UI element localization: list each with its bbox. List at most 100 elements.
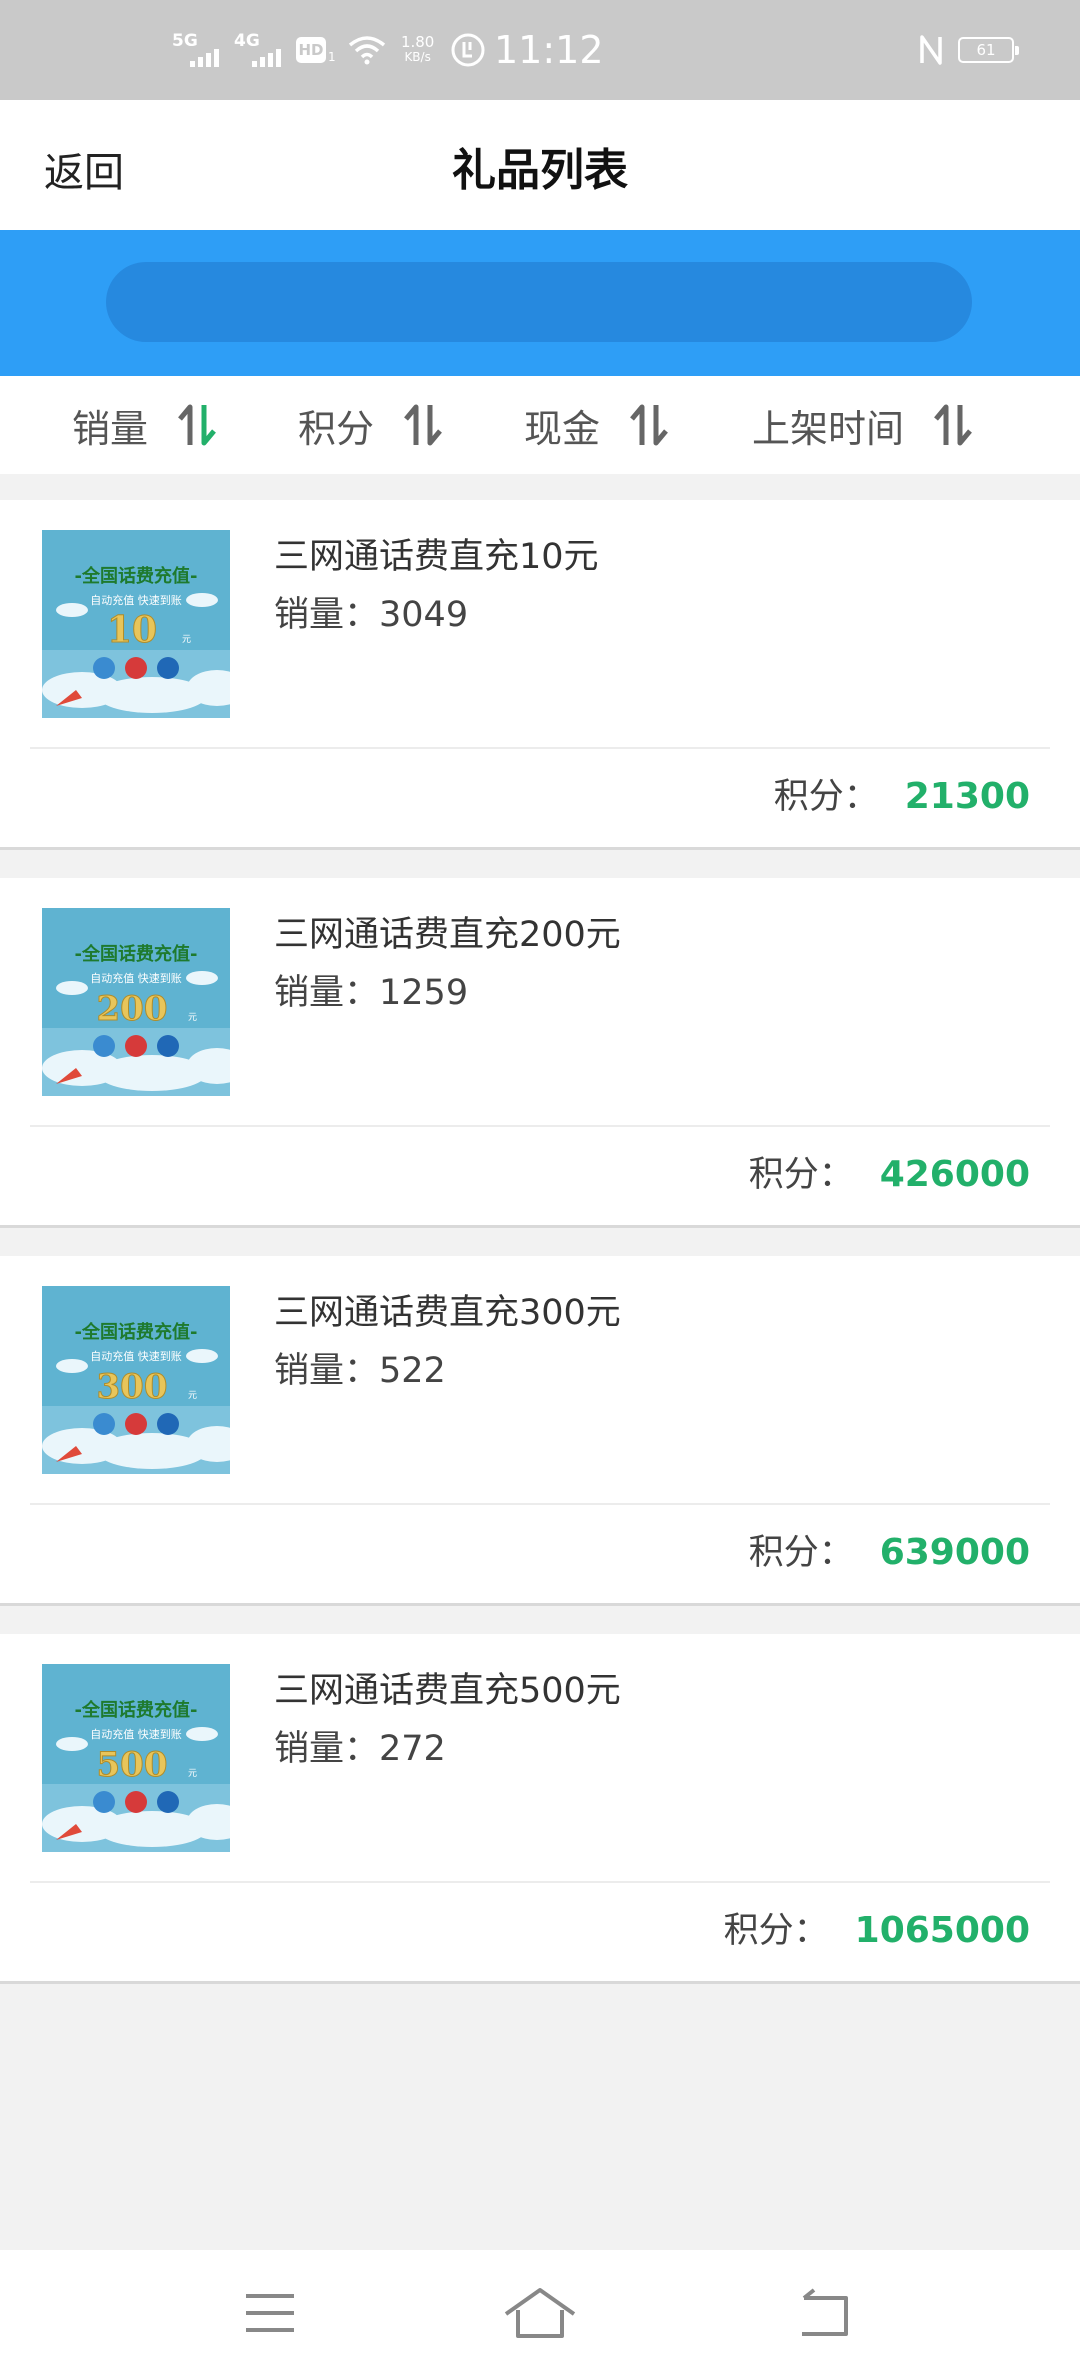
banner-title: -全国话费充值- — [75, 565, 198, 587]
home-icon — [504, 2288, 576, 2338]
banner-unit: 元 — [188, 1391, 197, 1401]
gift-points: 积分： 21300 — [774, 768, 1030, 819]
gift-points: 积分： 426000 — [749, 1146, 1030, 1197]
nfc-icon — [918, 0, 944, 100]
gift-points: 积分： 1065000 — [724, 1902, 1030, 1953]
banner-amount: 500 — [97, 1745, 168, 1785]
hd-icon: HD 1 — [296, 36, 336, 64]
banner-amount: 10 — [107, 609, 157, 651]
network-type-label: 5G — [172, 31, 198, 51]
wifi-icon — [348, 36, 385, 65]
page-title: 礼品列表 — [452, 145, 628, 196]
status-bar: 5G 4G HD 1 1.80 KB/s 11:12 61 — [0, 0, 1080, 100]
sales-label: 销量： — [274, 1351, 380, 1391]
gift-sales: 销量：3049 — [274, 586, 468, 637]
banner-amount: 200 — [97, 989, 168, 1029]
phone-recharge-banner-image: -全国话费充值- 自动充值 快速到账 300 元 — [42, 1286, 230, 1474]
gift-card[interactable]: -全国话费充值- 自动充值 快速到账 300 元 三网通话费直充300元 销量：… — [0, 1256, 1080, 1606]
divider — [30, 1881, 1050, 1883]
gift-card[interactable]: -全国话费充值- 自动充值 快速到账 500 元 三网通话费直充500元 销量：… — [0, 1634, 1080, 1984]
points-value: 21300 — [904, 776, 1030, 817]
points-label: 积分： — [748, 1533, 854, 1573]
sort-listing-time[interactable]: 上架时间 — [752, 376, 974, 474]
banner-unit: 元 — [188, 1769, 197, 1779]
battery-level: 61 — [958, 37, 1019, 63]
speed-value: 1.80 — [400, 33, 435, 51]
banner-title: -全国话费充值- — [75, 1699, 198, 1721]
points-value: 1065000 — [854, 1910, 1030, 1951]
back-nav-button[interactable] — [784, 2278, 864, 2348]
sales-value: 3049 — [379, 595, 469, 635]
speed-unit: KB/s — [404, 50, 431, 64]
sort-label: 现金 — [524, 406, 601, 451]
divider — [30, 1125, 1050, 1127]
sort-arrows-icon — [934, 404, 972, 446]
sales-label: 销量： — [274, 1729, 380, 1769]
hd-sub-label: 1 — [328, 50, 336, 64]
app-header: 返回 礼品列表 — [0, 100, 1080, 230]
search-band — [0, 230, 1080, 376]
banner-title: -全国话费充值- — [75, 943, 198, 965]
gift-name: 三网通话费直充200元 — [274, 915, 621, 955]
network-type-label: 4G — [234, 31, 260, 51]
gift-thumbnail: -全国话费充值- 自动充值 快速到账 200 元 — [42, 908, 230, 1096]
sales-value: 522 — [379, 1351, 446, 1391]
gift-thumbnail: -全国话费充值- 自动充值 快速到账 10 元 — [42, 530, 230, 718]
sort-arrows-icon — [630, 404, 668, 446]
sort-cash[interactable]: 现金 — [524, 376, 670, 474]
gift-card[interactable]: -全国话费充值- 自动充值 快速到账 10 元 三网通话费直充10元 销量：30… — [0, 500, 1080, 850]
banner-title: -全国话费充值- — [75, 1321, 198, 1343]
gift-name: 三网通话费直充10元 — [274, 537, 599, 577]
menu-button[interactable] — [230, 2278, 310, 2348]
points-value: 426000 — [879, 1154, 1030, 1195]
gift-name: 三网通话费直充300元 — [274, 1293, 621, 1333]
sort-sales[interactable]: 销量 — [72, 376, 218, 474]
network-speed: 1.80 KB/s — [398, 35, 438, 65]
signal-4g-icon: 4G — [234, 31, 284, 67]
system-nav-bar — [0, 2250, 1080, 2376]
hd-badge: HD — [296, 37, 326, 63]
data-saver-icon — [451, 33, 485, 67]
home-button[interactable] — [500, 2278, 580, 2348]
clock: 11:12 — [494, 28, 604, 72]
phone-recharge-banner-image: -全国话费充值- 自动充值 快速到账 10 元 — [42, 530, 230, 718]
gift-sales: 销量：522 — [274, 1342, 446, 1393]
points-label: 积分： — [748, 1155, 854, 1195]
banner-subtitle: 自动充值 快速到账 — [90, 971, 182, 985]
banner-subtitle: 自动充值 快速到账 — [90, 593, 182, 607]
sort-label: 销量 — [72, 406, 149, 451]
banner-amount: 300 — [97, 1367, 168, 1407]
signal-indicators: 5G 4G HD 1 1.80 KB/s — [172, 0, 486, 100]
sales-label: 销量： — [274, 595, 380, 635]
banner-unit: 元 — [182, 635, 191, 645]
phone-recharge-banner-image: -全国话费充值- 自动充值 快速到账 500 元 — [42, 1664, 230, 1852]
gift-points: 积分： 639000 — [749, 1524, 1030, 1575]
sort-label: 上架时间 — [752, 406, 905, 451]
search-input[interactable] — [106, 262, 972, 342]
sort-arrows-icon — [404, 404, 442, 446]
back-icon — [802, 2288, 848, 2336]
gift-thumbnail: -全国话费充值- 自动充值 快速到账 500 元 — [42, 1664, 230, 1852]
points-value: 639000 — [879, 1532, 1030, 1573]
gift-card[interactable]: -全国话费充值- 自动充值 快速到账 200 元 三网通话费直充200元 销量：… — [0, 878, 1080, 1228]
points-label: 积分： — [723, 1911, 829, 1951]
sort-arrows-icon — [178, 404, 216, 446]
sort-bar: 销量 积分 现金 上架时间 — [0, 376, 1080, 474]
gift-sales: 销量：272 — [274, 1720, 446, 1771]
phone-recharge-banner-image: -全国话费充值- 自动充值 快速到账 200 元 — [42, 908, 230, 1096]
gift-name: 三网通话费直充500元 — [274, 1671, 621, 1711]
points-label: 积分： — [773, 777, 879, 817]
divider — [30, 1503, 1050, 1505]
battery-icon: 61 — [958, 0, 1019, 100]
gift-sales: 销量：1259 — [274, 964, 468, 1015]
gift-thumbnail: -全国话费充值- 自动充值 快速到账 300 元 — [42, 1286, 230, 1474]
banner-subtitle: 自动充值 快速到账 — [90, 1349, 182, 1363]
sort-label: 积分 — [298, 406, 375, 451]
signal-5g-icon: 5G — [172, 31, 222, 67]
sales-label: 销量： — [274, 973, 380, 1013]
banner-subtitle: 自动充值 快速到账 — [90, 1727, 182, 1741]
menu-icon — [246, 2294, 294, 2332]
sales-value: 272 — [379, 1729, 446, 1769]
sort-points[interactable]: 积分 — [298, 376, 444, 474]
divider — [30, 747, 1050, 749]
